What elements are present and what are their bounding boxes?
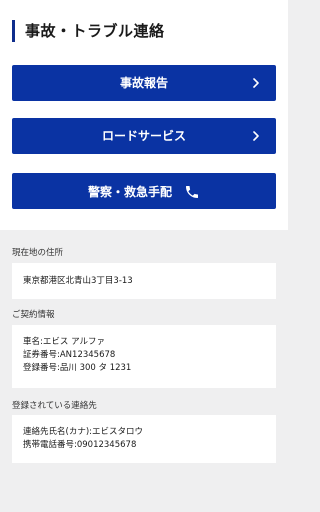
registration-number: 登録番号:品川 300 タ 1231 [23,363,132,373]
chevron-right-icon [253,78,259,88]
page-title: 事故・トラブル連絡 [25,22,165,40]
contact-phone: 携帯電話番号:09012345678 [23,440,137,450]
road-service-button[interactable]: ロードサービス [12,118,276,154]
car-name: 車名:エビス アルファ [23,337,105,347]
contract-section-label: ご契約情報 [12,310,55,320]
chevron-right-icon [253,131,259,141]
road-service-label: ロードサービス [101,129,186,143]
police-emergency-content: 警察・救急手配 [12,173,276,210]
accident-report-label: 事故報告 [119,76,168,90]
address-value: 東京都港区北青山3丁目3-13 [23,276,133,286]
address-card: 東京都港区北青山3丁目3-13 [12,263,276,299]
accident-report-button[interactable]: 事故報告 [12,65,276,101]
phone-icon [186,185,198,198]
contact-name: 連絡先氏名(カナ):エビスタロウ [23,427,143,437]
action-buttons-panel: 事故報告 ロードサービス 警察・救急手配 [0,60,288,230]
contact-section-label: 登録されている連絡先 [12,401,97,411]
title-accent-bar [12,20,15,42]
policy-number: 証券番号:AN12345678 [23,350,116,360]
police-emergency-label: 警察・救急手配 [87,184,172,199]
contact-card: 連絡先氏名(カナ):エビスタロウ 携帯電話番号:09012345678 [12,415,276,463]
page-header: 事故・トラブル連絡 [0,0,288,60]
contract-card: 車名:エビス アルファ 証券番号:AN12345678 登録番号:品川 300 … [12,325,276,388]
address-section-label: 現在地の住所 [12,248,64,258]
police-emergency-button[interactable]: 警察・救急手配 [12,173,276,209]
